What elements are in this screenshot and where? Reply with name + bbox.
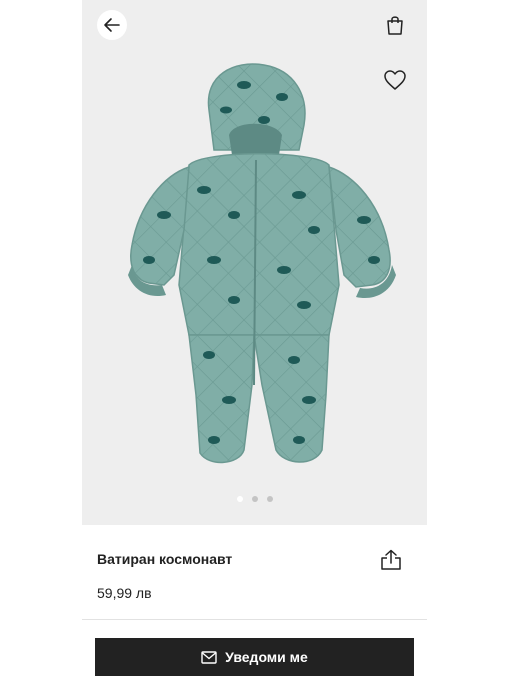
envelope-icon <box>201 650 217 664</box>
divider <box>82 619 427 620</box>
share-icon <box>381 549 401 570</box>
product-page: Ватиран космонавт 59,99 лв Уведоми ме <box>82 0 427 699</box>
product-price: 59,99 лв <box>97 585 152 601</box>
pagination-dot[interactable] <box>251 496 258 502</box>
heart-icon <box>384 70 406 90</box>
product-title: Ватиран космонавт <box>97 551 233 567</box>
gallery-pagination <box>82 496 427 502</box>
product-gallery[interactable] <box>82 0 427 525</box>
shopping-bag-icon <box>387 16 403 35</box>
shopping-bag-button[interactable] <box>383 12 407 38</box>
pagination-dot[interactable] <box>266 496 273 502</box>
pagination-dot[interactable] <box>236 496 243 502</box>
share-button[interactable] <box>380 548 402 572</box>
notify-me-label: Уведоми ме <box>225 649 308 665</box>
back-button[interactable] <box>97 10 127 40</box>
arrow-left-icon <box>104 18 120 32</box>
snowsuit-image <box>128 63 396 464</box>
notify-me-button[interactable]: Уведоми ме <box>95 638 414 676</box>
favorite-button[interactable] <box>381 67 409 93</box>
